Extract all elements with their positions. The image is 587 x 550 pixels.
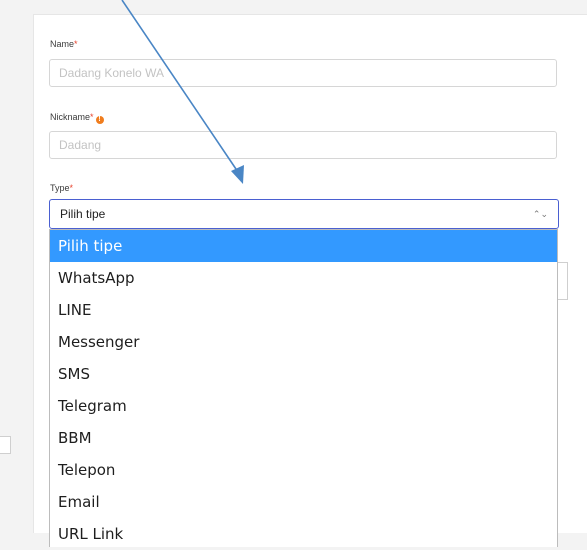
annotation-arrow-icon: [121, 0, 244, 184]
